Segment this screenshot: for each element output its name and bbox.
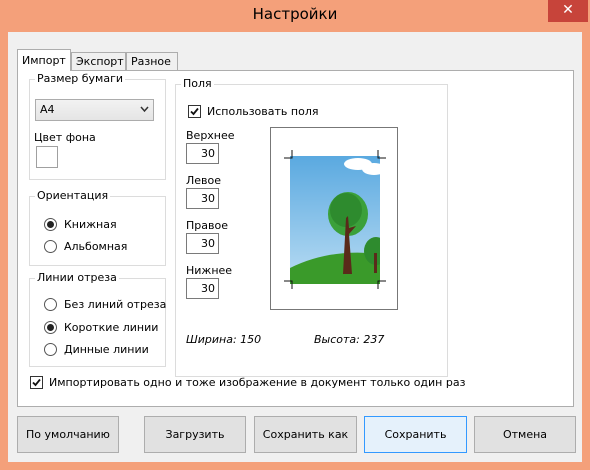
margin-top-field[interactable]: 30 [186, 143, 219, 164]
margin-right-field[interactable]: 30 [186, 233, 219, 254]
margin-right-label: Правое [186, 219, 228, 232]
margin-top-label: Верхнее [186, 129, 235, 142]
dialog-body: Импорт Экспорт Разное Размер бумаги A4 Ц… [8, 32, 582, 462]
save-button[interactable]: Сохранить [364, 416, 467, 453]
paper-size-title: Размер бумаги [35, 72, 126, 85]
save-as-button[interactable]: Сохранить как [254, 416, 357, 453]
window-title: Настройки [252, 5, 338, 23]
cut-lines-group: Линии отреза Без линий отреза Короткие л… [29, 271, 167, 367]
paper-size-select[interactable]: A4 [35, 99, 154, 121]
margins-group: Поля Использовать поля Верхнее 30 Левое … [175, 77, 448, 377]
cut-lines-none-radio[interactable] [44, 298, 57, 311]
cut-lines-short-label: Короткие линии [64, 321, 159, 334]
defaults-button[interactable]: По умолчанию [17, 416, 119, 453]
cut-lines-long-radio[interactable] [44, 343, 57, 356]
tab-export[interactable]: Экспорт [71, 52, 126, 70]
margin-left-label: Левое [186, 174, 222, 187]
use-margins-checkbox[interactable] [188, 105, 201, 118]
margin-left-field[interactable]: 30 [186, 188, 219, 209]
cancel-button[interactable]: Отмена [474, 416, 576, 453]
orientation-portrait-label: Книжная [64, 218, 117, 231]
use-margins-label: Использовать поля [207, 105, 319, 118]
check-icon [32, 378, 41, 387]
cut-lines-short-radio[interactable] [44, 321, 57, 334]
load-button[interactable]: Загрузить [144, 416, 246, 453]
margin-bottom-field[interactable]: 30 [186, 278, 219, 299]
preview-image [290, 156, 380, 284]
background-color-swatch[interactable] [36, 146, 58, 168]
margin-bottom-label: Нижнее [186, 264, 233, 277]
import-once-checkbox-box[interactable] [30, 376, 43, 389]
close-icon: ✕ [562, 2, 574, 18]
settings-window: Настройки ✕ Импорт Экспорт Разное Размер… [0, 0, 590, 470]
tab-misc-label: Разное [131, 55, 171, 68]
check-icon [190, 107, 199, 116]
close-button[interactable]: ✕ [548, 0, 588, 22]
chevron-down-icon [140, 102, 149, 119]
cut-lines-none-label: Без линий отреза [64, 298, 167, 311]
import-once-label: Импортировать одно и тоже изображение в … [49, 376, 466, 389]
tab-import[interactable]: Импорт [17, 49, 71, 71]
cut-lines-title: Линии отреза [35, 271, 119, 284]
width-readout: Ширина: 150 [186, 333, 262, 346]
title-bar[interactable]: Настройки ✕ [0, 0, 590, 32]
orientation-group: Ориентация Книжная Альбомная [29, 189, 166, 266]
margins-title: Поля [181, 77, 214, 90]
orientation-title: Ориентация [35, 189, 111, 202]
cut-lines-long-label: Динные линии [64, 343, 149, 356]
background-color-label: Цвет фона [34, 131, 96, 144]
import-tab-panel: Размер бумаги A4 Цвет фона Ориентация Кн… [17, 70, 574, 407]
paper-size-group: Размер бумаги A4 Цвет фона [29, 72, 166, 180]
tab-misc[interactable]: Разное [126, 52, 178, 70]
page-preview [270, 127, 398, 310]
tab-export-label: Экспорт [76, 55, 124, 68]
orientation-landscape-label: Альбомная [64, 240, 128, 253]
height-readout: Высота: 237 [314, 333, 385, 346]
tab-import-label: Импорт [22, 54, 66, 67]
paper-size-value: A4 [40, 103, 55, 116]
orientation-landscape-radio[interactable] [44, 240, 57, 253]
orientation-portrait-radio[interactable] [44, 218, 57, 231]
